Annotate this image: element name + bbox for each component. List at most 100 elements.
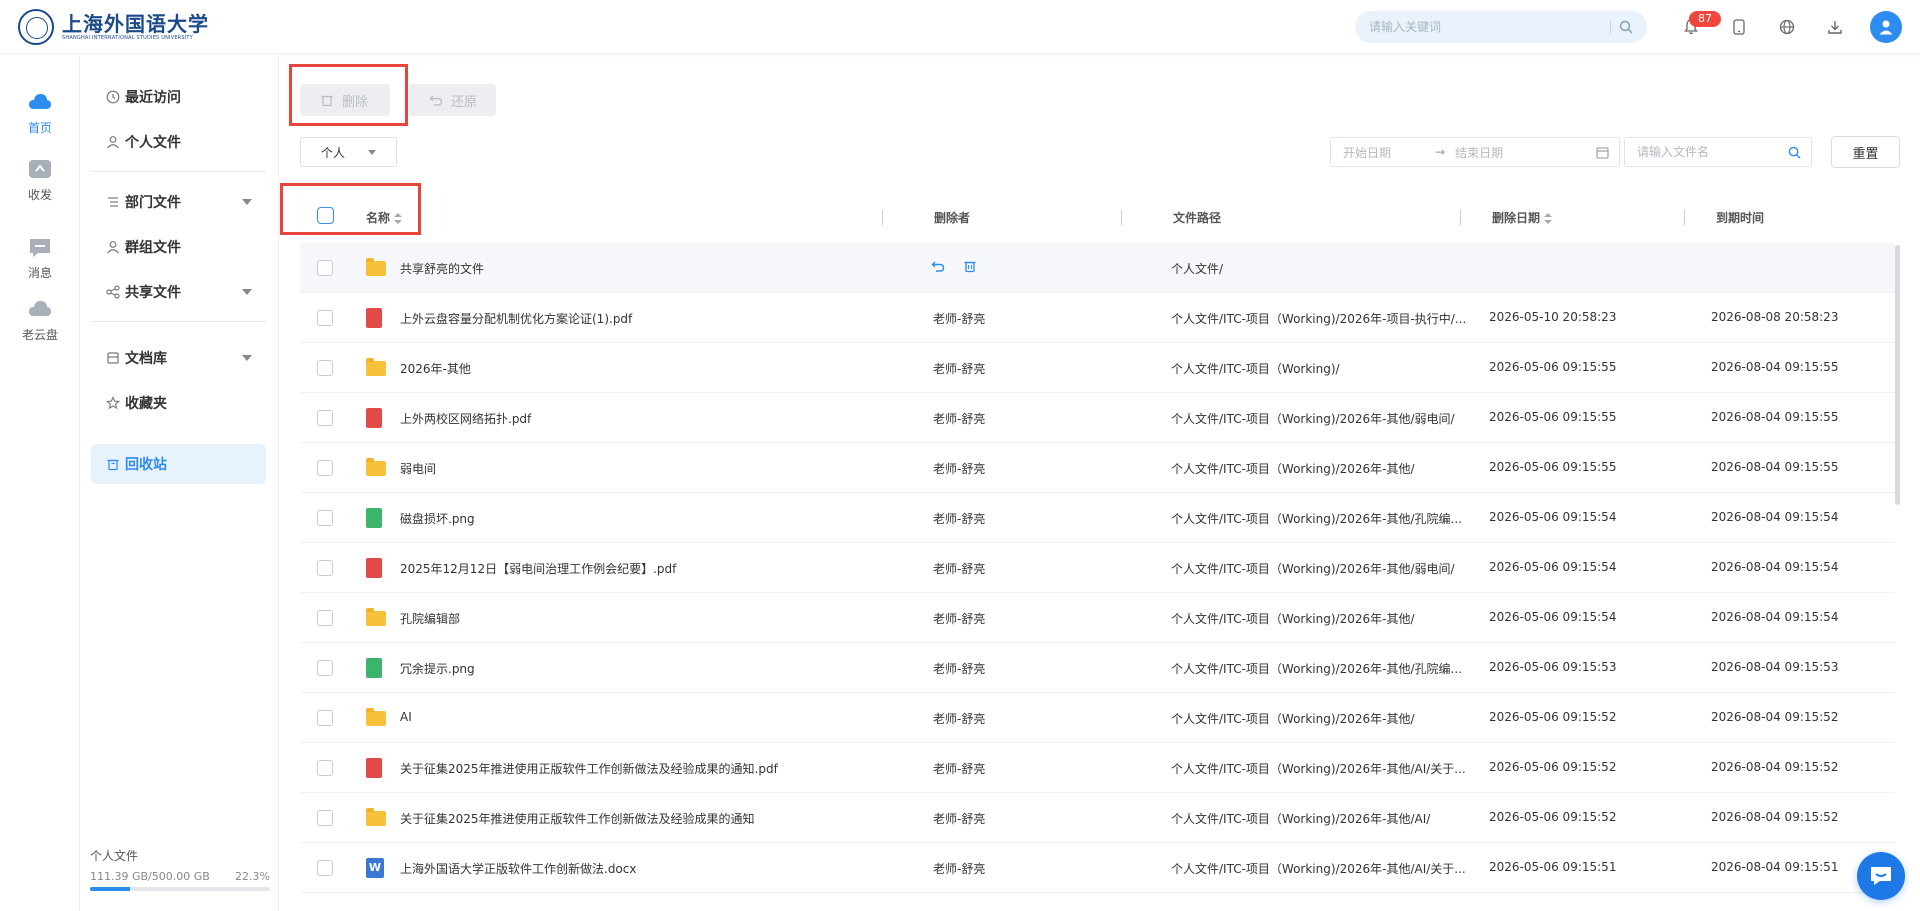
file-name[interactable]: 2026年-其他 (400, 360, 471, 377)
phone-icon[interactable] (1729, 17, 1749, 37)
reset-button[interactable]: 重置 (1831, 136, 1900, 168)
date-range-picker[interactable]: 开始日期 → 结束日期 (1330, 137, 1620, 167)
table-row[interactable]: 冗余提示.png 老师-舒亮 个人文件/ITC-项目（Working)/2026年-… (300, 643, 1895, 693)
file-path: 个人文件/ITC-项目（Working)/2026年-项目-执行中/... (1171, 312, 1467, 326)
sidebar-item-department[interactable]: 部门文件 (91, 182, 266, 222)
rail-item-send-receive[interactable]: 收发 (0, 156, 80, 203)
deleted-date: 2026-05-06 09:15:54 (1489, 560, 1617, 574)
delete-icon[interactable] (963, 259, 977, 273)
date-end-input[interactable]: 结束日期 (1455, 144, 1503, 161)
file-name[interactable]: 共享舒亮的文件 (400, 260, 484, 277)
pdf-file-icon (366, 308, 382, 328)
file-name[interactable]: 孔院编辑部 (400, 610, 460, 627)
rail-item-messages[interactable]: 消息 (0, 234, 80, 281)
row-checkbox[interactable] (317, 460, 333, 476)
row-checkbox[interactable] (317, 360, 333, 376)
user-avatar[interactable] (1870, 11, 1902, 43)
row-checkbox[interactable] (317, 610, 333, 626)
search-icon[interactable] (1619, 20, 1633, 34)
column-header-deleted-date[interactable]: 删除日期 (1492, 209, 1553, 226)
storage-quota: 个人文件 111.39 GB/500.00 GB 22.3% (90, 847, 270, 891)
deleted-date: 2026-05-06 09:15:53 (1489, 660, 1617, 674)
expire-date: 2026-08-04 09:15:55 (1711, 410, 1839, 424)
file-name[interactable]: 上海外国语大学正版软件工作创新做法.docx (400, 860, 636, 877)
file-name[interactable]: AI (400, 710, 412, 724)
table-row[interactable]: 上外云盘容量分配机制优化方案论证(1).pdf 老师-舒亮 个人文件/ITC-项目（… (300, 293, 1895, 343)
sidebar-item-group[interactable]: 群组文件 (91, 227, 266, 267)
help-chat-button[interactable] (1857, 852, 1905, 900)
table-row[interactable]: 2025年12月12日【弱电间治理工作例会纪要】.pdf 老师-舒亮 个人文件/IT… (300, 543, 1895, 593)
rail-item-old-cloud[interactable]: 老云盘 (0, 296, 80, 343)
table-row[interactable]: 共享舒亮的文件 个人文件/ (300, 243, 1895, 293)
calendar-icon (1596, 147, 1609, 159)
table-row[interactable]: 关于征集2025年推进使用正版软件工作创新做法及经验成果的通知.pdf 老师-舒亮… (300, 743, 1895, 793)
row-checkbox[interactable] (317, 410, 333, 426)
sidebar-item-personal[interactable]: 个人文件 (91, 122, 266, 162)
column-header-expire: 到期时间 (1716, 211, 1765, 225)
row-checkbox[interactable] (317, 810, 333, 826)
table-row[interactable]: AI 老师-舒亮 个人文件/ITC-项目（Working)/2026年-其他/202… (300, 693, 1895, 743)
table-row[interactable]: 孔院编辑部 老师-舒亮 个人文件/ITC-项目（Working)/2026年-其他/… (300, 593, 1895, 643)
row-checkbox[interactable] (317, 660, 333, 676)
deleter: 老师-舒亮 (933, 712, 986, 726)
file-name[interactable]: 弱电间 (400, 460, 436, 477)
download-icon[interactable] (1825, 17, 1845, 37)
row-checkbox[interactable] (317, 510, 333, 526)
restore-icon[interactable] (931, 259, 945, 273)
send-receive-icon (29, 160, 51, 178)
sort-icon[interactable] (1544, 212, 1553, 225)
deleted-date: 2026-05-06 09:15:55 (1489, 460, 1617, 474)
expire-date: 2026-08-04 09:15:55 (1711, 360, 1839, 374)
table-row[interactable]: 磁盘损坏.png 老师-舒亮 个人文件/ITC-项目（Working)/2026年-… (300, 493, 1895, 543)
file-path: 个人文件/ITC-项目（Working)/2026年-其他/ (1171, 612, 1415, 626)
file-name[interactable]: 磁盘损坏.png (400, 510, 475, 527)
table-row[interactable]: 上外两校区网络拓扑.pdf 老师-舒亮 个人文件/ITC-项目（Working)/2… (300, 393, 1895, 443)
row-actions (931, 259, 977, 273)
sidebar-item-recycle-bin[interactable]: 回收站 (91, 444, 266, 484)
restore-button[interactable]: 还原 (409, 84, 496, 116)
table-row[interactable]: W 上海外国语大学正版软件工作创新做法.docx 老师-舒亮 个人文件/ITC-项目（… (300, 843, 1895, 893)
deleted-date: 2026-05-06 09:15:55 (1489, 410, 1617, 424)
file-name[interactable]: 上外云盘容量分配机制优化方案论证(1).pdf (400, 310, 632, 327)
table-row[interactable]: 弱电间 老师-舒亮 个人文件/ITC-项目（Working)/2026年-其他/20… (300, 443, 1895, 493)
deleted-date: 2026-05-10 20:58:23 (1489, 310, 1617, 324)
row-checkbox[interactable] (317, 860, 333, 876)
deleter: 老师-舒亮 (933, 862, 986, 876)
column-separator (1684, 210, 1685, 225)
file-name[interactable]: 关于征集2025年推进使用正版软件工作创新做法及经验成果的通知 (400, 810, 755, 827)
row-checkbox[interactable] (317, 310, 333, 326)
file-name[interactable]: 关于征集2025年推进使用正版软件工作创新做法及经验成果的通知.pdf (400, 760, 778, 777)
table-row[interactable]: 2026年-其他 老师-舒亮 个人文件/ITC-项目（Working)/ 2026-0… (300, 343, 1895, 393)
sidebar-item-recent[interactable]: 最近访问 (91, 77, 266, 117)
global-search-input[interactable] (1369, 20, 1602, 34)
vertical-scrollbar[interactable] (1895, 245, 1900, 505)
sidebar-item-favorites[interactable]: 收藏夹 (91, 383, 266, 423)
filename-search-input[interactable] (1637, 145, 1777, 159)
table-row[interactable]: 关于征集2025年推进使用正版软件工作创新做法及经验成果的通知 老师-舒亮 个人文件… (300, 793, 1895, 843)
file-name[interactable]: 上外两校区网络拓扑.pdf (400, 410, 531, 427)
university-logo[interactable]: 上海外国语大学 SHANGHAI INTERNATIONAL STUDIES U… (18, 9, 209, 45)
scope-select[interactable]: 个人 (300, 137, 397, 167)
row-checkbox[interactable] (317, 260, 333, 276)
sidebar-item-library[interactable]: 文档库 (91, 338, 266, 378)
folder-icon (366, 708, 386, 726)
message-icon (30, 239, 50, 257)
logo-text: 上海外国语大学 SHANGHAI INTERNATIONAL STUDIES U… (62, 13, 209, 42)
search-icon[interactable] (1788, 146, 1801, 159)
date-start-input[interactable]: 开始日期 (1343, 144, 1391, 161)
deleter: 老师-舒亮 (933, 662, 986, 676)
row-checkbox[interactable] (317, 710, 333, 726)
row-checkbox[interactable] (317, 760, 333, 776)
file-name[interactable]: 2025年12月12日【弱电间治理工作例会纪要】.pdf (400, 560, 676, 577)
deleter: 老师-舒亮 (933, 462, 986, 476)
globe-icon[interactable] (1777, 17, 1797, 37)
file-path: 个人文件/ (1171, 262, 1224, 276)
sidebar-item-shared[interactable]: 共享文件 (91, 272, 266, 312)
deleted-date: 2026-05-06 09:15:54 (1489, 610, 1617, 624)
file-name[interactable]: 冗余提示.png (400, 660, 475, 677)
rail-item-home[interactable]: 首页 (0, 89, 80, 136)
table-header: 名称 删除者 文件路径 删除日期 到期时间 (280, 183, 1895, 243)
sidebar-item-label: 群组文件 (125, 240, 181, 256)
row-checkbox[interactable] (317, 560, 333, 576)
expire-date: 2026-08-04 09:15:54 (1711, 610, 1839, 624)
